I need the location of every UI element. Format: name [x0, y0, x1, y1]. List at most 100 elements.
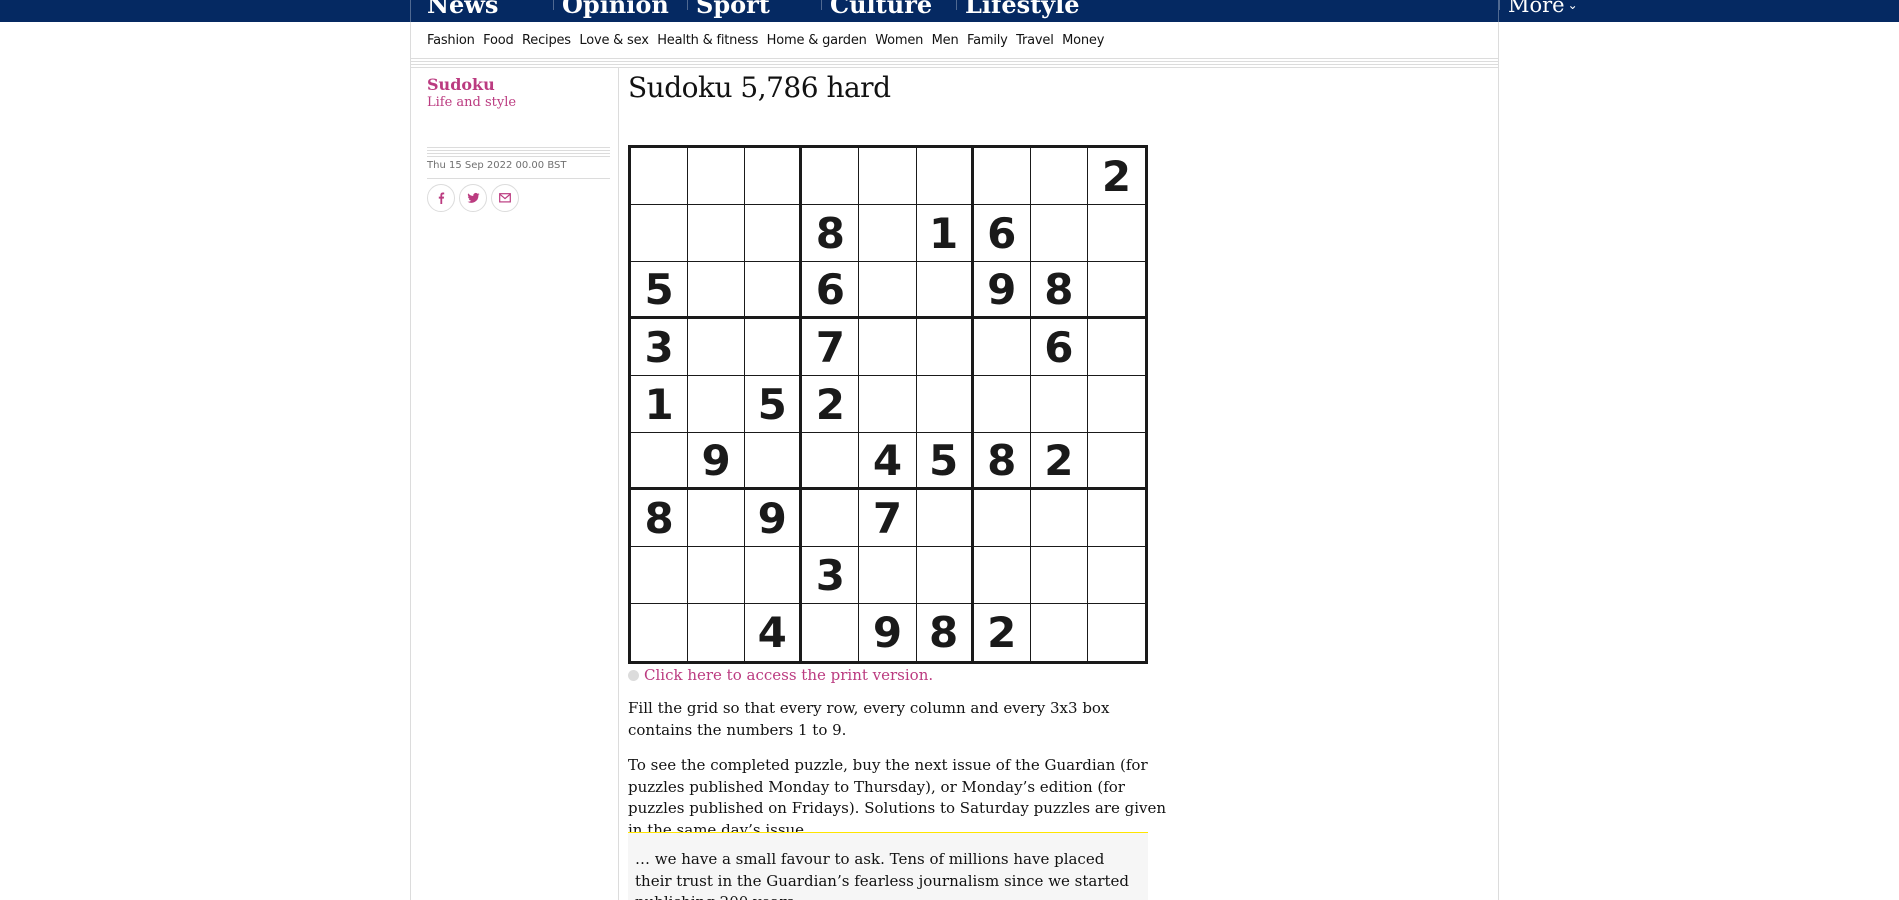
- sudoku-cell: 6: [973, 205, 1031, 262]
- pillar-divider: [553, 0, 554, 10]
- sudoku-cell: [1087, 205, 1145, 262]
- print-version-link[interactable]: Click here to access the print version.: [644, 666, 933, 684]
- print-version-line: Click here to access the print version.: [628, 664, 933, 686]
- series-label[interactable]: Life and style: [427, 95, 516, 110]
- more-menu-button[interactable]: More ⌄: [1508, 0, 1578, 19]
- pillar-lifestyle[interactable]: Lifestyle: [965, 0, 1080, 22]
- sudoku-cell: [1030, 547, 1088, 604]
- sudoku-cell: [859, 547, 917, 604]
- sudoku-cell: [859, 319, 917, 376]
- sudoku-cell: [1087, 433, 1145, 490]
- subnav-item-money[interactable]: Money: [1062, 33, 1104, 48]
- sudoku-cell: [1031, 604, 1088, 661]
- more-label: More: [1508, 0, 1565, 17]
- subnav-item-fashion[interactable]: Fashion: [427, 33, 475, 48]
- sudoku-cell: 8: [802, 205, 860, 262]
- pillar-opinion[interactable]: Opinion: [562, 0, 669, 22]
- subnav-item-health-fitness[interactable]: Health & fitness: [657, 33, 758, 48]
- share-twitter-button[interactable]: [459, 184, 487, 212]
- email-icon: [499, 193, 511, 203]
- sudoku-cell: 8: [631, 490, 689, 547]
- subnav-item-recipes[interactable]: Recipes: [522, 33, 571, 48]
- sudoku-cell: [859, 376, 917, 433]
- pillar-divider: [821, 0, 822, 10]
- sudoku-cell: [1030, 490, 1088, 547]
- solutions-paragraph: To see the completed puzzle, buy the nex…: [628, 756, 1167, 839]
- facebook-icon: [438, 192, 445, 204]
- sudoku-cell: 8: [973, 433, 1031, 490]
- sudoku-cell: [973, 490, 1031, 547]
- subnav-item-women[interactable]: Women: [875, 33, 923, 48]
- support-epic: … we have a small favour to ask. Tens of…: [628, 832, 1148, 900]
- divider: [411, 67, 1498, 68]
- pillar-sport[interactable]: Sport: [696, 0, 770, 22]
- sudoku-cell: 5: [916, 433, 974, 490]
- sudoku-cell: [859, 148, 917, 205]
- subnav-item-food[interactable]: Food: [483, 33, 514, 48]
- pillar-divider: [687, 0, 688, 10]
- sudoku-cell: 8: [1030, 262, 1088, 319]
- sudoku-cell: [688, 604, 746, 661]
- sudoku-cell: [631, 148, 689, 205]
- sudoku-cell: [745, 547, 803, 604]
- subnav-item-love-sex[interactable]: Love & sex: [579, 33, 649, 48]
- divider: [411, 58, 1498, 59]
- subnav-item-men[interactable]: Men: [932, 33, 959, 48]
- pillar-culture[interactable]: Culture: [830, 0, 932, 22]
- sudoku-cell: 9: [973, 262, 1031, 319]
- sudoku-cell: [1087, 319, 1145, 376]
- epic-text: … we have a small favour to ask. Tens of…: [635, 850, 1130, 900]
- bullet-icon: [628, 669, 639, 681]
- sudoku-cell: [916, 319, 974, 376]
- sudoku-cell: [688, 376, 746, 433]
- pillar-divider: [956, 0, 957, 10]
- sudoku-cell: [631, 205, 689, 262]
- sudoku-cell: [631, 604, 689, 661]
- subnav-item-family[interactable]: Family: [967, 33, 1008, 48]
- sudoku-cell: [1087, 490, 1145, 547]
- divider: [427, 147, 610, 148]
- sudoku-cell: [688, 547, 746, 604]
- sudoku-cell: [973, 319, 1031, 376]
- sudoku-cell: [916, 148, 974, 205]
- sudoku-cell: [973, 376, 1031, 433]
- sudoku-cell: [631, 547, 689, 604]
- sudoku-cell: [1087, 376, 1145, 433]
- sudoku-cell: [916, 262, 974, 319]
- sudoku-cell: 1: [916, 205, 974, 262]
- chevron-down-icon: ⌄: [1567, 0, 1578, 12]
- sudoku-cell: 9: [688, 433, 746, 490]
- divider: [427, 156, 610, 157]
- sudoku-cell: 2: [802, 376, 860, 433]
- sudoku-cell: 7: [859, 490, 917, 547]
- sudoku-cell: [973, 148, 1031, 205]
- sudoku-cell: [802, 604, 860, 661]
- subnav-item-home-garden[interactable]: Home & garden: [767, 33, 867, 48]
- sudoku-cell: [916, 490, 974, 547]
- share-email-button[interactable]: [491, 184, 519, 212]
- section-label[interactable]: Sudoku: [427, 75, 495, 94]
- top-navigation-inner: News Opinion Sport Culture Lifestyle Mor…: [410, 0, 1578, 22]
- sudoku-cell: [688, 319, 746, 376]
- pillar-news[interactable]: News: [427, 0, 498, 22]
- subnav-item-travel[interactable]: Travel: [1016, 33, 1054, 48]
- sudoku-cell: 4: [859, 433, 917, 490]
- sudoku-cell: [802, 433, 860, 490]
- sudoku-cell: [1088, 604, 1145, 661]
- sudoku-cell: 5: [631, 262, 689, 319]
- sudoku-cell: [688, 148, 746, 205]
- sudoku-cell: 3: [631, 319, 689, 376]
- sudoku-cell: 7: [802, 319, 860, 376]
- sudoku-cell: 5: [745, 376, 803, 433]
- sudoku-cell: [745, 319, 803, 376]
- sudoku-cell: [1030, 148, 1088, 205]
- twitter-icon: [467, 192, 479, 203]
- sudoku-grid: 281656983761529458289734982: [628, 145, 1148, 664]
- sudoku-cell: 1: [631, 376, 689, 433]
- sudoku-cell: 8: [917, 604, 974, 661]
- divider: [427, 178, 610, 179]
- divider: [411, 64, 1498, 65]
- instructions-paragraph: Fill the grid so that every row, every c…: [628, 699, 1110, 739]
- sudoku-cell: [688, 205, 746, 262]
- share-facebook-button[interactable]: [427, 184, 455, 212]
